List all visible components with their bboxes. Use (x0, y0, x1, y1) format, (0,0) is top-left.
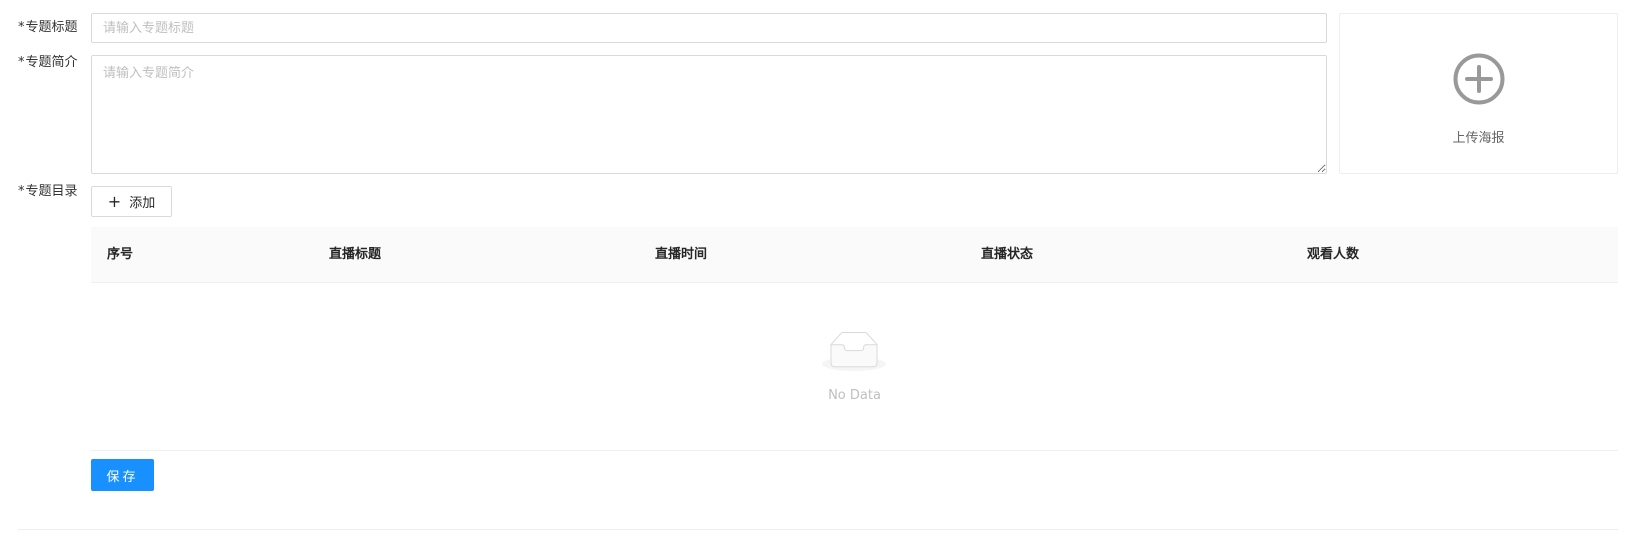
title-input[interactable] (91, 13, 1327, 43)
table-header: 序号 直播标题 直播时间 直播状态 观看人数 (91, 227, 1618, 283)
catalog-label-text: 专题目录 (25, 184, 78, 199)
required-mark: * (18, 184, 25, 199)
add-button[interactable]: + 添加 (91, 186, 172, 217)
column-header-time: 直播时间 (655, 247, 708, 262)
intro-textarea[interactable] (91, 55, 1327, 174)
column-header-index: 序号 (107, 247, 134, 262)
catalog-label: *专题目录 (18, 183, 82, 201)
table-empty-state: No Data (91, 283, 1618, 451)
column-header-status: 直播状态 (981, 247, 1034, 262)
intro-label-text: 专题简介 (25, 55, 78, 70)
column-header-title: 直播标题 (329, 247, 382, 262)
required-mark: * (18, 55, 25, 70)
poster-upload[interactable]: 上传海报 (1339, 13, 1618, 174)
intro-label: *专题简介 (18, 54, 82, 72)
title-label-text: 专题标题 (25, 20, 78, 35)
bottom-divider (18, 529, 1618, 530)
title-label: *专题标题 (18, 19, 82, 37)
upload-poster-label: 上传海报 (1452, 131, 1505, 146)
plus-circle-icon (1453, 53, 1505, 105)
inbox-icon (822, 332, 886, 371)
save-button[interactable]: 保存 (91, 459, 154, 491)
catalog-table: 序号 直播标题 直播时间 直播状态 观看人数 No Data (91, 227, 1618, 451)
required-mark: * (18, 20, 25, 35)
plus-icon: + (107, 191, 122, 211)
column-header-viewers: 观看人数 (1307, 247, 1360, 262)
add-button-label: 添加 (129, 196, 156, 211)
empty-text: No Data (828, 388, 881, 403)
